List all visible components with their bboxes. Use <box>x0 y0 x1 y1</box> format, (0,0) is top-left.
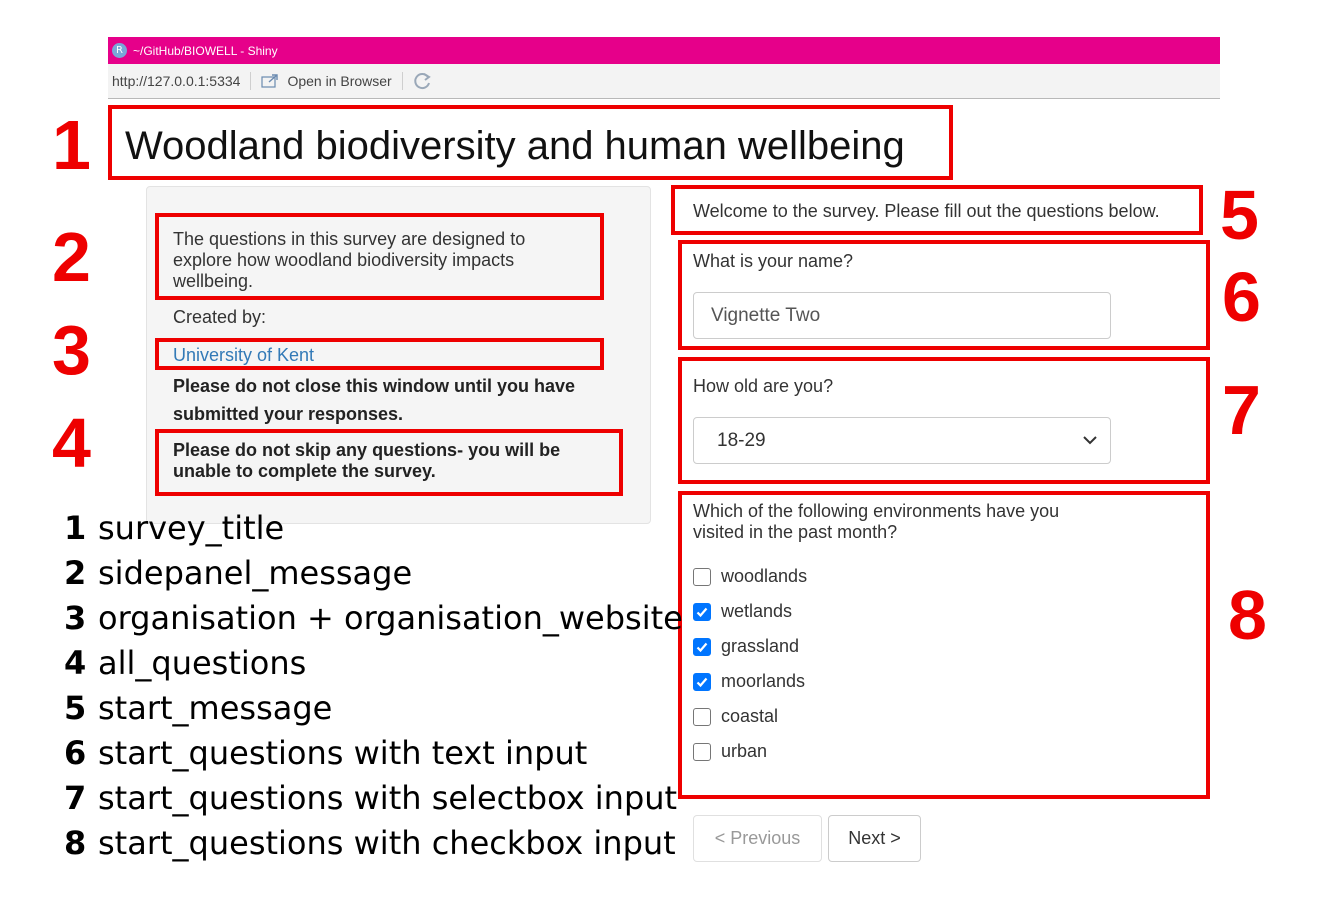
legend-text: organisation + organisation_website <box>98 599 683 637</box>
annotation-number-7: 7 <box>1222 371 1261 449</box>
annotation-number-1: 1 <box>52 106 91 184</box>
annotation-box-1 <box>108 105 953 180</box>
legend-text: survey_title <box>98 509 285 547</box>
open-browser-icon <box>261 74 279 88</box>
legend-text: sidepanel_message <box>98 554 413 592</box>
open-in-browser-label: Open in Browser <box>287 73 392 89</box>
annotation-number-4: 4 <box>52 404 91 482</box>
toolbar-divider <box>401 72 403 90</box>
legend-number: 3 <box>64 599 87 637</box>
legend-number: 1 <box>64 509 87 547</box>
legend-text: all_questions <box>98 644 307 682</box>
annotation-box-6 <box>678 240 1210 350</box>
legend-item: 1 survey_title <box>64 506 683 551</box>
legend-text: start_questions with checkbox input <box>98 824 676 862</box>
legend-item: 6 start_questions with text input <box>64 731 683 776</box>
window-title: ~/GitHub/BIOWELL - Shiny <box>133 43 278 58</box>
legend-item: 8 start_questions with checkbox input <box>64 821 683 866</box>
close-warning: Please do not close this window until yo… <box>173 376 576 424</box>
r-logo-icon: R <box>112 43 127 58</box>
legend-item: 2 sidepanel_message <box>64 551 683 596</box>
annotation-box-7 <box>678 357 1210 484</box>
legend-text: start_message <box>98 689 333 727</box>
legend-item: 3 organisation + organisation_website <box>64 596 683 641</box>
legend-number: 6 <box>64 734 87 772</box>
window-titlebar: R ~/GitHub/BIOWELL - Shiny <box>108 37 1220 64</box>
legend-number: 7 <box>64 779 87 817</box>
annotation-number-5: 5 <box>1220 176 1259 254</box>
annotation-number-2: 2 <box>52 218 91 296</box>
toolbar-divider <box>250 72 252 90</box>
legend-item: 4 all_questions <box>64 641 683 686</box>
annotation-box-3 <box>155 338 604 370</box>
previous-button[interactable]: < Previous <box>693 815 822 862</box>
legend-item: 7 start_questions with selectbox input <box>64 776 683 821</box>
refresh-icon[interactable] <box>413 71 433 91</box>
legend-text: start_questions with selectbox input <box>98 779 678 817</box>
legend-number: 8 <box>64 824 87 862</box>
url-text[interactable]: http://127.0.0.1:5334 <box>112 73 240 89</box>
annotation-box-4 <box>155 429 623 496</box>
annotation-number-6: 6 <box>1222 258 1261 336</box>
created-by-label: Created by: <box>173 307 267 327</box>
legend-number: 5 <box>64 689 87 727</box>
annotation-number-8: 8 <box>1228 576 1267 654</box>
legend-number: 2 <box>64 554 87 592</box>
next-button[interactable]: Next > <box>828 815 921 862</box>
open-in-browser-button[interactable]: Open in Browser <box>261 73 392 89</box>
annotation-legend: 1 survey_title 2 sidepanel_message 3 organisa… <box>64 506 683 866</box>
annotation-box-2 <box>155 213 604 300</box>
annotation-box-8 <box>678 491 1210 799</box>
address-bar: http://127.0.0.1:5334 Open in Browser <box>108 64 1220 99</box>
legend-text: start_questions with text input <box>98 734 588 772</box>
annotation-number-3: 3 <box>52 311 91 389</box>
legend-number: 4 <box>64 644 87 682</box>
annotation-box-5 <box>671 185 1203 235</box>
legend-item: 5 start_message <box>64 686 683 731</box>
